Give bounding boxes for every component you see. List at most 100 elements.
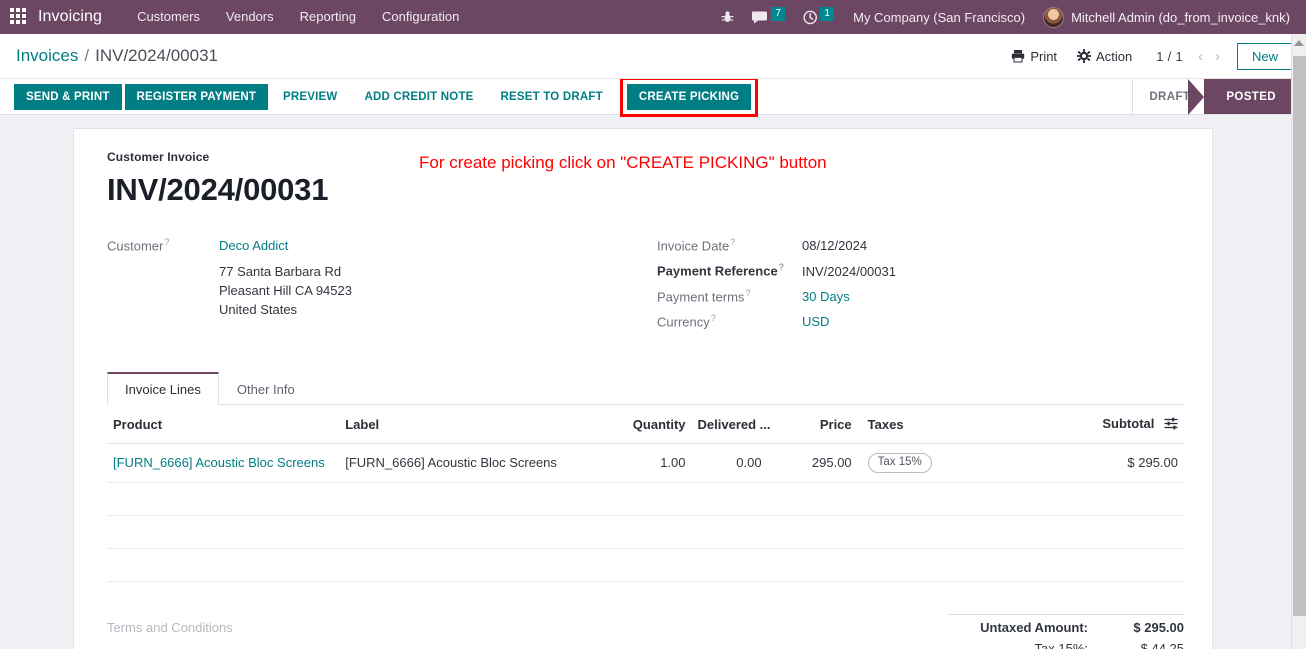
terms-and-conditions-input[interactable]: Terms and Conditions [107,610,948,649]
total-value: $ 295.00 [1133,619,1184,635]
control-panel-top: Invoices / INV/2024/00031 Print Action 1… [0,34,1306,79]
tab-other-info[interactable]: Other Info [219,372,313,405]
menu-reporting[interactable]: Reporting [287,0,369,34]
activities-menu[interactable]: 1 [794,0,843,34]
table-row[interactable]: [FURN_6666] Acoustic Bloc Screens [FURN_… [107,443,1184,483]
empty-row[interactable] [107,515,1184,549]
column-price: Price [783,405,858,444]
field-currency-label: Currency? [657,312,716,330]
product-link[interactable]: [FURN_6666] Acoustic Bloc Screens [113,455,325,470]
status-stage-posted[interactable]: POSTED [1188,79,1292,115]
cell-product[interactable]: [FURN_6666] Acoustic Bloc Screens [107,443,340,483]
annotation-text: For create picking click on "CREATE PICK… [419,153,827,172]
preview-button[interactable]: PREVIEW [271,84,349,110]
total-label: Untaxed Amount: [980,619,1088,635]
total-row-untaxed: Untaxed Amount: $ 295.00 [948,617,1184,638]
print-button[interactable]: Print [1001,45,1067,68]
help-icon[interactable]: ? [745,288,750,298]
add-credit-note-button[interactable]: ADD CREDIT NOTE [352,84,485,110]
customer-address: 77 Santa Barbara Rd Pleasant Hill CA 945… [219,262,657,319]
printer-icon [1012,50,1025,63]
action-button[interactable]: Action [1067,45,1142,68]
cell-quantity[interactable]: 1.00 [601,443,692,483]
help-icon[interactable]: ? [711,313,716,323]
control-panel-actions: Print Action 1 / 1 ‹ › New [1001,42,1293,70]
table-header-row: Product Label Quantity Delivered ... Pri… [107,405,1184,444]
field-payment-terms-value[interactable]: 30 Days [802,289,850,304]
tax-badge: Tax 15% [867,452,932,473]
column-options-icon[interactable] [1164,417,1178,433]
scroll-up-arrow-icon[interactable] [1292,34,1306,51]
messages-count-badge: 7 [771,7,786,21]
field-payment-terms-label: Payment terms? [657,287,751,304]
column-label: Label [339,405,602,444]
help-icon[interactable]: ? [779,262,785,272]
action-label: Action [1096,48,1133,64]
chevron-left-icon[interactable]: ‹ [1193,49,1208,64]
bug-icon[interactable] [712,0,743,34]
odoo-invoicing-window: Invoicing Customers Vendors Reporting Co… [0,0,1306,649]
column-subtotal: Subtotal [1037,405,1184,444]
user-name-label: Mitchell Admin (do_from_invoice_knk) [1071,9,1290,25]
chevron-right-icon[interactable]: › [1210,49,1225,64]
breadcrumb: Invoices / INV/2024/00031 [16,46,218,66]
scrollbar-thumb[interactable] [1293,56,1306,616]
field-payment-reference-value[interactable]: INV/2024/00031 [802,264,896,279]
user-menu[interactable]: Mitchell Admin (do_from_invoice_knk) [1035,6,1296,28]
field-payment-reference: Payment Reference? INV/2024/00031 [657,262,1184,278]
help-icon[interactable]: ? [730,237,735,247]
menu-vendors[interactable]: Vendors [213,0,287,34]
column-delivered: Delivered ... [691,405,784,444]
field-currency-value[interactable]: USD [802,314,829,329]
column-taxes: Taxes [857,405,1038,444]
help-icon[interactable]: ? [164,237,169,247]
chat-bubble-icon [752,11,768,23]
create-picking-button[interactable]: CREATE PICKING [619,76,759,117]
pager: 1 / 1 ‹ › [1156,49,1225,64]
send-and-print-button[interactable]: SEND & PRINT [14,83,122,110]
breadcrumb-separator: / [84,46,90,65]
register-payment-button[interactable]: REGISTER PAYMENT [124,83,269,110]
field-customer-value[interactable]: Deco Addict [219,238,288,253]
address-line: 77 Santa Barbara Rd [219,264,342,280]
top-navbar: Invoicing Customers Vendors Reporting Co… [0,0,1306,34]
total-row-tax: Tax 15%: $ 44.25 [948,638,1184,649]
sheet-wrapper: For create picking click on "CREATE PICK… [0,115,1306,649]
page-title: INV/2024/00031 [107,172,329,207]
avatar [1043,6,1065,28]
total-label: Tax 15%: [1034,640,1088,649]
address-line: Pleasant Hill CA 94523 [219,283,352,299]
breadcrumb-current-record: INV/2024/00031 [95,46,218,65]
totals-block: Untaxed Amount: $ 295.00 Tax 15%: $ 44.2… [948,610,1184,649]
cell-price[interactable]: 295.00 [783,443,858,483]
breadcrumb-invoices-link[interactable]: Invoices [16,46,78,66]
pager-value[interactable]: 1 / 1 [1156,49,1191,64]
clock-icon [803,10,818,24]
field-payment-terms: Payment terms? 30 Days [657,288,1184,304]
apps-grid-icon[interactable] [10,8,28,26]
menu-customers[interactable]: Customers [124,0,213,34]
navbar-right-group: 7 1 My Company (San Francisco) Mitchell … [712,0,1296,34]
menu-configuration[interactable]: Configuration [369,0,472,34]
sheet-footer: Terms and Conditions Untaxed Amount: $ 2… [107,610,1184,649]
reset-to-draft-button[interactable]: RESET TO DRAFT [489,84,615,110]
address-line: United States [219,302,298,318]
cell-delivered[interactable]: 0.00 [691,443,784,483]
cell-label[interactable]: [FURN_6666] Acoustic Bloc Screens [339,443,602,483]
company-switcher[interactable]: My Company (San Francisco) [843,10,1035,25]
field-invoice-date-value[interactable]: 08/12/2024 [802,238,867,253]
empty-row[interactable] [107,548,1184,582]
vertical-scrollbar[interactable] [1291,34,1306,649]
cell-taxes[interactable]: Tax 15% [857,443,1038,483]
messages-menu[interactable]: 7 [743,0,794,34]
tab-invoice-lines[interactable]: Invoice Lines [107,372,219,406]
empty-row[interactable] [107,482,1184,516]
invoice-sheet: For create picking click on "CREATE PICK… [73,128,1213,649]
new-button[interactable]: New [1236,42,1293,70]
cell-subtotal: $ 295.00 [1037,443,1184,483]
notebook-tabs: Invoice Lines Other Info [107,372,1184,406]
print-label: Print [1030,48,1058,64]
form-fields: Customer? Deco Addict 77 Santa Barbara R… [107,237,1184,338]
activities-count-badge: 1 [820,7,835,21]
app-brand-invoicing[interactable]: Invoicing [38,8,102,26]
